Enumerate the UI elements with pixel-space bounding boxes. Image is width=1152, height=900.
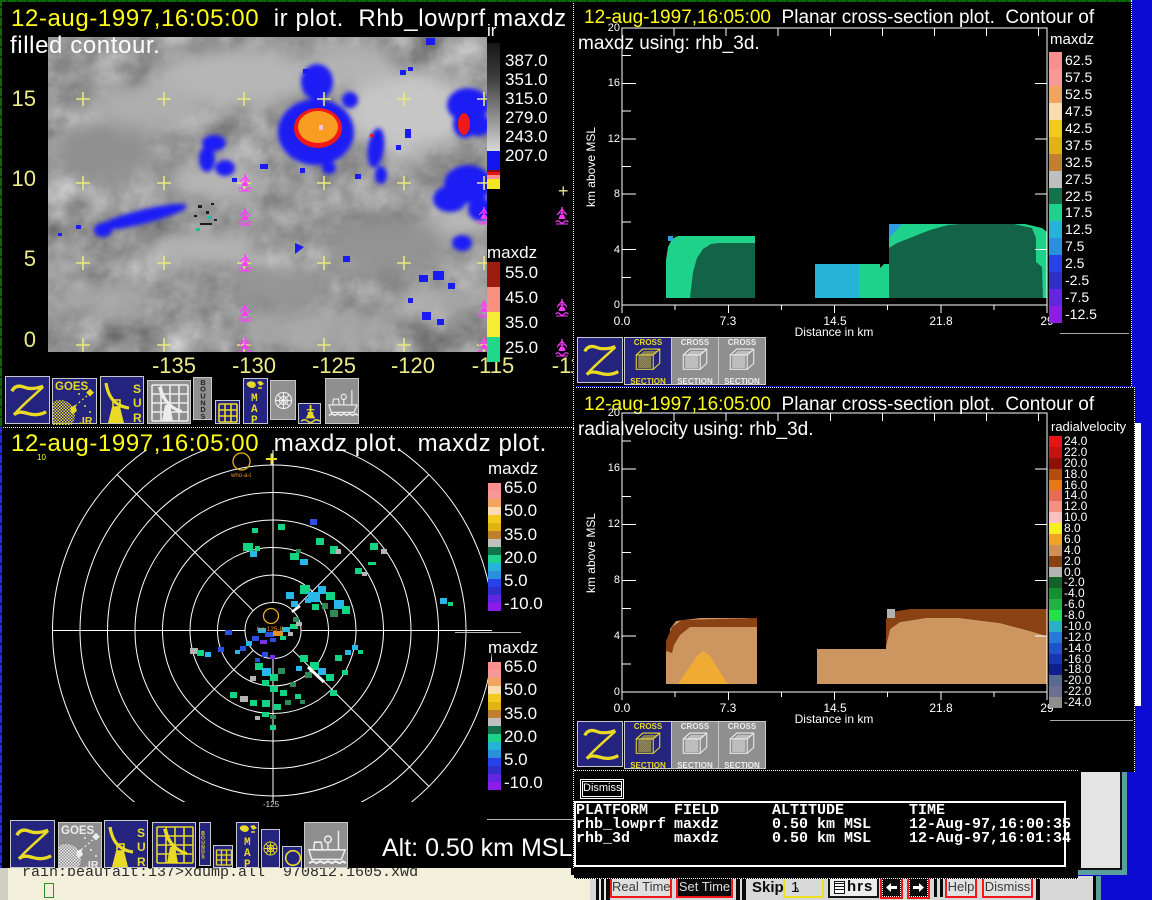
- svg-text:-125: -125: [263, 800, 280, 809]
- svg-text:who-a-t: who-a-t: [230, 473, 251, 479]
- svg-text:b<-125-8: b<-125-8: [257, 626, 284, 633]
